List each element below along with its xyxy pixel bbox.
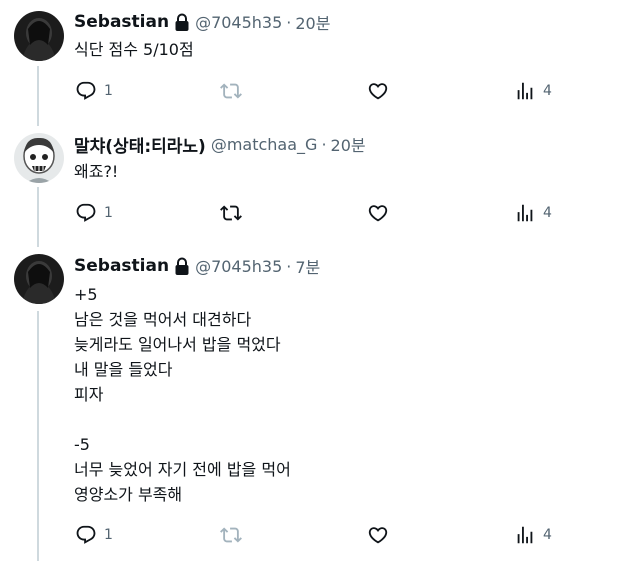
- view-count: 4: [543, 205, 552, 221]
- user-handle[interactable]: @matchaa_G: [211, 135, 318, 154]
- text-line: 늦게라도 일어나서 밥을 먹었다: [74, 335, 281, 354]
- reply-button[interactable]: 1: [75, 78, 113, 104]
- like-button[interactable]: [367, 200, 389, 226]
- avatar[interactable]: [14, 11, 64, 61]
- tweet-text: +5 남은 것을 먹어서 대견하다 늦게라도 일어나서 밥을 먹었다 내 말을 …: [74, 282, 291, 507]
- views-chart-icon: [517, 526, 533, 544]
- retweet-button[interactable]: [220, 522, 242, 548]
- heart-icon: [368, 205, 388, 222]
- views-chart-icon: [517, 204, 533, 222]
- timestamp[interactable]: 20분: [295, 10, 330, 34]
- views-button[interactable]: 4: [514, 522, 552, 548]
- tweet-header: Sebastian @7045h35 · 7분: [74, 254, 320, 278]
- tweet[interactable]: Sebastian @7045h35 · 20분 식단 점수 5/10점 1 4: [0, 0, 621, 120]
- text-line: +5: [74, 285, 98, 304]
- avatar[interactable]: [14, 133, 64, 183]
- display-name[interactable]: 말챠(상태:티라노): [74, 132, 206, 157]
- text-line: 내 말을 들었다: [74, 360, 173, 379]
- tweet[interactable]: 말챠(상태:티라노) @matchaa_G · 20분 왜죠?! 1 4: [0, 120, 621, 242]
- text-line: 남은 것을 먹어서 대견하다: [74, 310, 252, 329]
- views-button[interactable]: 4: [514, 200, 552, 226]
- display-name[interactable]: Sebastian: [74, 256, 169, 276]
- text-line: 피자: [74, 385, 104, 404]
- views-chart-icon: [517, 82, 533, 100]
- tweet[interactable]: Sebastian @7045h35 · 7분 +5 남은 것을 먹어서 대견하…: [0, 242, 621, 561]
- tweet-text: 식단 점수 5/10점: [74, 37, 194, 62]
- like-button[interactable]: [367, 78, 389, 104]
- text-line: -5: [74, 435, 90, 454]
- action-bar: 1 4: [0, 522, 621, 548]
- retweet-icon: [220, 527, 242, 543]
- text-line: 영양소가 부족해: [74, 485, 183, 504]
- tweet-header: 말챠(상태:티라노) @matchaa_G · 20분: [74, 132, 366, 157]
- reply-count: 1: [104, 205, 113, 221]
- reply-count: 1: [104, 83, 113, 99]
- reply-button[interactable]: 1: [75, 200, 113, 226]
- text-line: 식단 점수 5/10점: [74, 40, 194, 59]
- reply-icon: [76, 203, 96, 222]
- text-line: 왜죠?!: [74, 162, 119, 181]
- display-name[interactable]: Sebastian: [74, 12, 169, 32]
- timestamp[interactable]: 20분: [331, 132, 366, 156]
- reply-icon: [76, 525, 96, 544]
- separator-dot: ·: [286, 12, 292, 32]
- reply-count: 1: [104, 527, 113, 543]
- views-button[interactable]: 4: [514, 78, 552, 104]
- heart-icon: [368, 527, 388, 544]
- tweet-header: Sebastian @7045h35 · 20분: [74, 10, 330, 34]
- view-count: 4: [543, 527, 552, 543]
- retweet-icon: [220, 83, 242, 99]
- heart-icon: [368, 83, 388, 100]
- action-bar: 1 4: [0, 200, 621, 226]
- reply-button[interactable]: 1: [75, 522, 113, 548]
- separator-dot: ·: [286, 256, 292, 276]
- action-bar: 1 4: [0, 78, 621, 104]
- reply-icon: [76, 81, 96, 100]
- like-button[interactable]: [367, 522, 389, 548]
- separator-dot: ·: [321, 134, 327, 154]
- retweet-button[interactable]: [220, 200, 242, 226]
- retweet-icon: [220, 205, 242, 221]
- avatar[interactable]: [14, 254, 64, 304]
- retweet-button[interactable]: [220, 78, 242, 104]
- text-line: [74, 407, 291, 432]
- user-handle[interactable]: @7045h35: [195, 13, 282, 32]
- lock-icon: [174, 13, 190, 32]
- text-line: 너무 늦었어 자기 전에 밥을 먹어: [74, 460, 291, 479]
- tweet-text: 왜죠?!: [74, 159, 118, 184]
- timestamp[interactable]: 7분: [295, 254, 320, 278]
- lock-icon: [174, 257, 190, 276]
- user-handle[interactable]: @7045h35: [195, 257, 282, 276]
- view-count: 4: [543, 83, 552, 99]
